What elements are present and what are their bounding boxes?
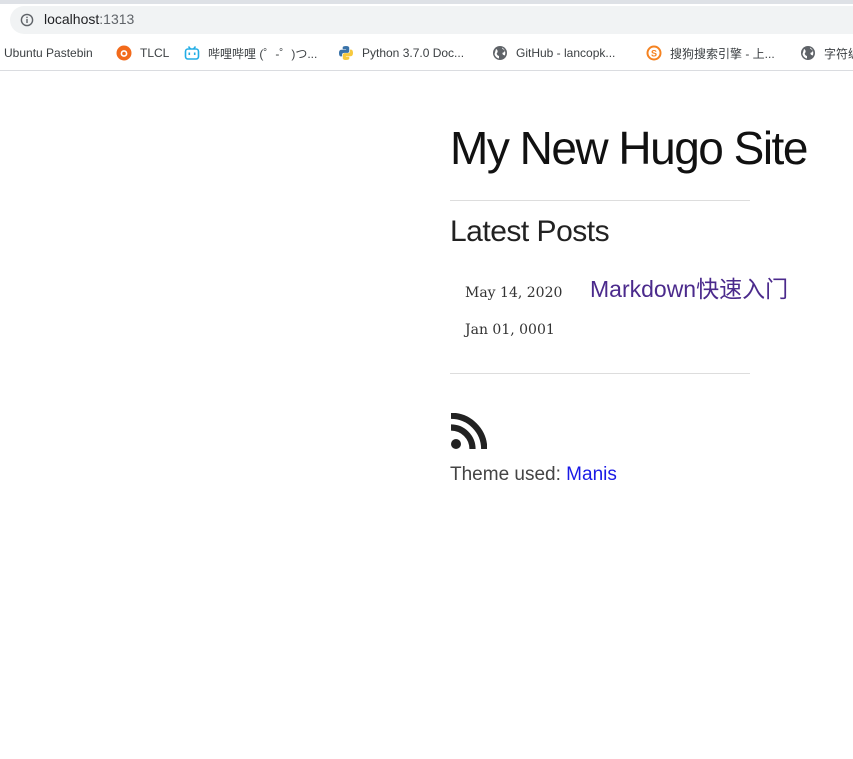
- theme-link[interactable]: Manis: [566, 464, 617, 485]
- post-date: Jan 01, 0001: [465, 322, 555, 338]
- divider: [450, 373, 750, 374]
- python-icon: [339, 46, 353, 60]
- sogou-icon: S: [646, 45, 662, 61]
- bookmark-label: 字符编: [824, 46, 853, 61]
- url-port: :1313: [99, 11, 135, 27]
- url-host: localhost: [44, 11, 100, 27]
- post-date: May 14, 2020: [465, 285, 563, 301]
- tlcl-icon: [116, 45, 132, 61]
- bookmark-label: 哔哩哔哩 (゜-゜)つ...: [208, 46, 318, 61]
- browser-chrome: localhost:1313 Ubuntu Pastebin TLCL 哔哩哔哩…: [0, 0, 853, 71]
- bookmark-tlcl[interactable]: TLCL: [116, 44, 169, 62]
- bookmarks-bar: Ubuntu Pastebin TLCL 哔哩哔哩 (゜-゜)つ... Pyth…: [0, 40, 853, 66]
- site-title[interactable]: My New Hugo Site: [450, 121, 808, 175]
- address-bar[interactable]: localhost:1313: [10, 6, 853, 34]
- theme-prefix: Theme used:: [450, 464, 567, 485]
- bookmark-ubuntu-pastebin[interactable]: Ubuntu Pastebin: [4, 44, 93, 62]
- latest-posts-heading: Latest Posts: [450, 215, 610, 248]
- divider: [450, 200, 750, 201]
- bookmark-label: TLCL: [140, 46, 170, 60]
- url-text[interactable]: localhost:1313: [44, 11, 134, 27]
- globe-icon: [801, 46, 815, 60]
- rss-icon[interactable]: [450, 413, 487, 450]
- bookmark-label: GitHub - lancopk...: [516, 46, 616, 60]
- svg-text:S: S: [651, 48, 657, 58]
- globe-icon: [493, 46, 507, 60]
- post-list-item: May 14, 2020 Markdown快速入门: [465, 270, 788, 304]
- bookmark-python-docs[interactable]: Python 3.7.0 Doc...: [338, 44, 464, 62]
- bookmark-sogou[interactable]: S 搜狗搜索引擎 - 上...: [646, 44, 775, 62]
- bookmark-github[interactable]: GitHub - lancopk...: [492, 44, 615, 62]
- info-icon[interactable]: [20, 13, 34, 27]
- bookmark-label: 搜狗搜索引擎 - 上...: [670, 46, 775, 61]
- bookmark-charset[interactable]: 字符编: [800, 44, 853, 62]
- bookmark-bilibili[interactable]: 哔哩哔哩 (゜-゜)つ...: [184, 44, 317, 62]
- bookmark-label: Ubuntu Pastebin: [4, 46, 93, 60]
- page-content: My New Hugo Site Latest Posts May 14, 20…: [0, 71, 853, 759]
- bookmark-label: Python 3.7.0 Doc...: [362, 46, 465, 60]
- post-link[interactable]: Markdown快速入门: [590, 270, 788, 304]
- tab-strip-edge: [0, 0, 853, 4]
- bilibili-icon: [184, 46, 200, 60]
- post-list-item: Jan 01, 0001: [465, 322, 590, 338]
- theme-credit: Theme used: Manis: [450, 464, 617, 486]
